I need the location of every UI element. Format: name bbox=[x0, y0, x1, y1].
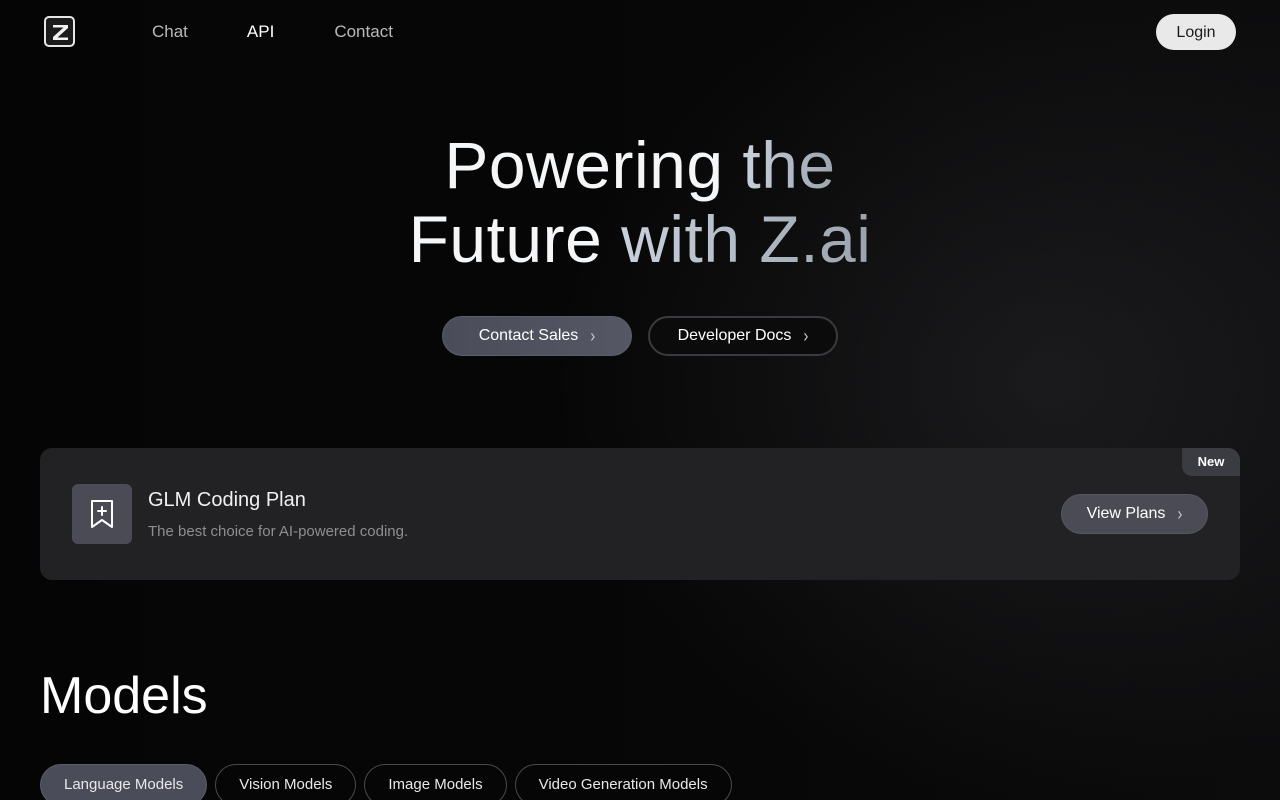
new-badge: New bbox=[1182, 448, 1240, 476]
nav-item-chat[interactable]: Chat bbox=[152, 20, 188, 44]
tab-image-models[interactable]: Image Models bbox=[364, 764, 507, 800]
main-nav: Chat API Contact bbox=[152, 20, 393, 44]
models-section-title: Models bbox=[40, 667, 208, 725]
login-button[interactable]: Login bbox=[1156, 14, 1236, 50]
hero-title-words-with-zai: with Z.ai bbox=[621, 202, 872, 276]
z-logo-icon[interactable] bbox=[44, 16, 75, 47]
nav-item-contact[interactable]: Contact bbox=[334, 20, 393, 44]
page: Chat API Contact Login Powering the Futu… bbox=[0, 0, 1280, 800]
hero-title-line-1: Powering the bbox=[0, 128, 1280, 202]
contact-sales-label: Contact Sales bbox=[478, 327, 579, 344]
hero-title: Powering the Future with Z.ai bbox=[0, 128, 1280, 276]
chevron-right-icon: › bbox=[1177, 503, 1183, 525]
contact-sales-button[interactable]: Contact Sales › bbox=[442, 316, 632, 356]
hero-title-word-future: Future bbox=[408, 202, 603, 276]
view-plans-label: View Plans bbox=[1086, 505, 1166, 522]
top-nav-bar: Chat API Contact Login bbox=[0, 0, 1280, 64]
promo-title: GLM Coding Plan bbox=[148, 489, 306, 511]
developer-docs-button[interactable]: Developer Docs › bbox=[648, 316, 838, 356]
tab-language-models[interactable]: Language Models bbox=[40, 764, 208, 800]
tab-vision-models[interactable]: Vision Models bbox=[215, 764, 357, 800]
promo-subtitle: The best choice for AI-powered coding. bbox=[148, 523, 409, 540]
chevron-right-icon: › bbox=[590, 325, 596, 347]
hero-title-word-the: the bbox=[742, 128, 836, 202]
glm-coding-plan-card: New GLM Coding Plan The best choice for … bbox=[40, 448, 1240, 580]
model-category-tabs: Language Models Vision Models Image Mode… bbox=[40, 764, 732, 800]
chevron-right-icon: › bbox=[803, 325, 809, 347]
nav-item-api[interactable]: API bbox=[247, 20, 274, 44]
tab-video-generation-models[interactable]: Video Generation Models bbox=[514, 764, 732, 800]
hero-title-word-powering: Powering bbox=[444, 128, 724, 202]
bookmark-plus-icon bbox=[72, 484, 132, 544]
hero-title-line-2: Future with Z.ai bbox=[0, 202, 1280, 276]
view-plans-button[interactable]: View Plans › bbox=[1061, 494, 1208, 534]
developer-docs-label: Developer Docs bbox=[677, 327, 792, 344]
